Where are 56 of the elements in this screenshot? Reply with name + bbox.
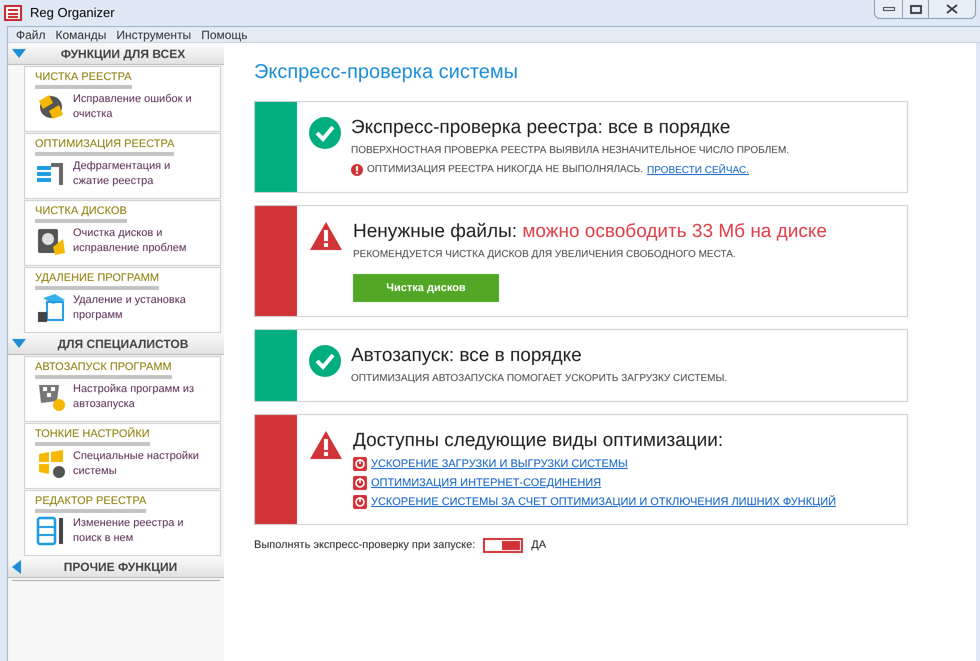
function-description: Удаление и установка программ bbox=[73, 293, 187, 323]
function-card[interactable]: ОПТИМИЗАЦИЯ РЕЕСТРА Дефрагментация и сжатие реестра bbox=[24, 133, 221, 199]
function-title: ТОНКИЕ НАСТРОЙКИ bbox=[35, 428, 150, 446]
function-description: Дефрагментация и сжатие реестра bbox=[73, 159, 172, 189]
check-circle-icon bbox=[309, 345, 341, 377]
warning-icon bbox=[309, 221, 343, 251]
caret-down-icon bbox=[12, 49, 26, 58]
caret-left-icon bbox=[12, 560, 21, 574]
caret-down-icon bbox=[12, 339, 26, 348]
warning-icon bbox=[309, 430, 343, 460]
menu-item[interactable]: Инструменты bbox=[116, 26, 192, 44]
function-title: ЧИСТКА РЕЕСТРА bbox=[35, 71, 132, 89]
menu-item[interactable]: Команды bbox=[56, 26, 106, 44]
power-icon bbox=[353, 476, 367, 490]
function-description: Специальные настройки системы bbox=[73, 449, 200, 479]
app-logo-icon bbox=[4, 5, 22, 21]
function-card[interactable]: ЧИСТКА РЕЕСТРА Исправление ошибок и очистка bbox=[24, 66, 221, 132]
optimization-link[interactable]: УСКОРЕНИЕ ЗАГРУЗКИ И ВЫГРУЗКИ СИСТЕМЫ bbox=[371, 456, 628, 472]
window-title: Reg Organizer bbox=[30, 4, 115, 22]
optimization-link[interactable]: ОПТИМИЗАЦИЯ ИНТЕРНЕТ-СОЕДИНЕНИЯ bbox=[371, 475, 602, 491]
close-icon bbox=[946, 4, 958, 14]
card-text: РЕКОМЕНДУЕТСЯ ЧИСТКА ДИСКОВ ДЛЯ УВЕЛИЧЕНИЯ СВОБОДНОГО МЕСТА. bbox=[353, 248, 737, 262]
card-text: ОПТИМИЗАЦИЯ АВТОЗАПУСКА ПОМОГАЕТ УСКОРИТЬ ЗАГРУЗКУ СИСТЕМЫ. bbox=[351, 372, 728, 386]
run-now-link[interactable]: ПРОВЕСТИ СЕЙЧАС. bbox=[647, 162, 749, 178]
function-card[interactable]: УДАЛЕНИЕ ПРОГРАММ Удаление и установка программ bbox=[24, 267, 221, 333]
check-circle-icon bbox=[309, 117, 341, 149]
function-card[interactable]: ЧИСТКА ДИСКОВ Очистка дисков и исправление проблем bbox=[24, 200, 221, 266]
power-icon bbox=[353, 495, 367, 509]
page-title: Экспресс-проверка системы bbox=[254, 60, 520, 85]
menu-item[interactable]: Помощь bbox=[201, 26, 248, 44]
toggle-value: ДА bbox=[531, 538, 546, 553]
card-title: Автозапуск: все в порядке bbox=[351, 344, 583, 368]
card-text: ПОВЕРХНОСТНАЯ ПРОВЕРКА РЕЕСТРА ВЫЯВИЛА НЕЗНАЧИТЕЛЬНОЕ ЧИСЛО ПРОБЛЕМ. bbox=[351, 144, 790, 158]
startup-check-label: Выполнять экспресс-проверку при запуске: bbox=[254, 538, 476, 553]
function-description: Очистка дисков и исправление проблем bbox=[73, 226, 188, 256]
menu-item[interactable]: Файл bbox=[16, 26, 46, 44]
card-title: Ненужные файлы: можно освободить 33 Мб на диске bbox=[353, 220, 827, 244]
function-title: УДАЛЕНИЕ ПРОГРАММ bbox=[35, 272, 160, 290]
function-description: Настройка программ из автозапуска bbox=[73, 382, 196, 412]
exclamation-icon bbox=[351, 164, 363, 176]
function-title: РЕДАКТОР РЕЕСТРА bbox=[35, 495, 146, 513]
power-icon bbox=[353, 457, 367, 471]
box-icon bbox=[35, 292, 67, 324]
function-card[interactable]: АВТОЗАПУСК ПРОГРАММ Настройка программ из автозапуска bbox=[24, 356, 221, 422]
function-card[interactable]: ТОНКИЕ НАСТРОЙКИ Специальные настройки системы bbox=[24, 423, 221, 489]
optimization-link[interactable]: УСКОРЕНИЕ СИСТЕМЫ ЗА СЧЕТ ОПТИМИЗАЦИИ И ОТКЛЮЧЕНИЯ ЛИШНИХ ФУНКЦИЙ bbox=[371, 494, 836, 510]
function-title: ЧИСТКА ДИСКОВ bbox=[35, 205, 127, 223]
function-title: ОПТИМИЗАЦИЯ РЕЕСТРА bbox=[35, 138, 174, 156]
function-description: Исправление ошибок и очистка bbox=[73, 92, 193, 122]
function-card[interactable]: РЕДАКТОР РЕЕСТРА Изменение реестра и поиск в нем bbox=[24, 490, 221, 556]
card-title: Доступны следующие виды оптимизации: bbox=[353, 429, 724, 453]
function-title: АВТОЗАПУСК ПРОГРАММ bbox=[35, 361, 172, 379]
card-text: ОПТИМИЗАЦИЯ РЕЕСТРА НИКОГДА НЕ ВЫПОЛНЯЛАСЬ. bbox=[367, 163, 644, 177]
card-title: Экспресс-проверка реестра: все в порядке bbox=[351, 116, 732, 140]
toggle-switch[interactable] bbox=[483, 538, 524, 553]
function-description: Изменение реестра и поиск в нем bbox=[73, 516, 185, 546]
